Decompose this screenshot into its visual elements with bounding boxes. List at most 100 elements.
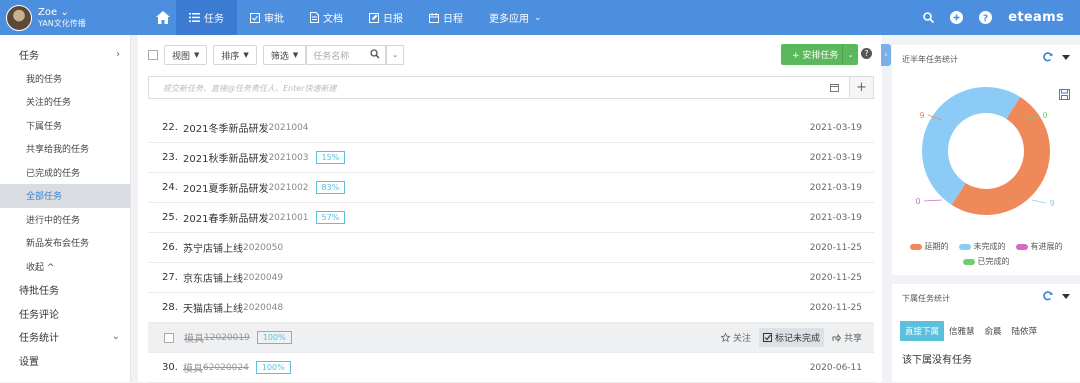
add-circle-icon[interactable] xyxy=(950,11,964,24)
help-icon[interactable]: ? xyxy=(979,11,993,24)
quick-add-input[interactable]: 提交新任务、直接@任务责任人、Enter快速新建 + xyxy=(148,76,874,99)
table-row[interactable]: 模具 12020019 100% 关注 标记未完成 共享 xyxy=(148,323,874,353)
sidebar-item[interactable]: 全部任务 xyxy=(0,184,130,208)
nav-tab-tasks[interactable]: 任务 xyxy=(176,0,237,35)
approval-icon xyxy=(250,12,260,23)
leader-line xyxy=(923,199,943,202)
sidebar-item[interactable]: 收起 ^ xyxy=(0,255,130,279)
subordinate-tab[interactable]: 陆依萍 xyxy=(1007,321,1043,341)
nav-tab-approval[interactable]: 审批 xyxy=(237,0,297,35)
chevron-down-icon[interactable]: ⌄ xyxy=(842,44,858,65)
sidebar-item[interactable]: 关注的任务 xyxy=(0,90,130,114)
nav-tab-more-apps[interactable]: 更多应用 ⌄ xyxy=(476,0,555,35)
search-icon[interactable] xyxy=(370,49,380,59)
table-row[interactable]: 24. 2021夏季新品研发 2021002 83% 2021-03-19 xyxy=(148,173,874,203)
table-row[interactable]: 28. 天猫店铺上线 2020048 2020-11-25 xyxy=(148,293,874,323)
task-title[interactable]: 2021春季新品研发 xyxy=(183,210,268,225)
slice-value-label: 9 xyxy=(1049,199,1054,208)
task-title[interactable]: 苏宁店铺上线 xyxy=(183,240,243,255)
leader-line xyxy=(1031,199,1047,204)
search-options-dropdown[interactable]: ⌄ xyxy=(386,45,405,65)
search-icon[interactable] xyxy=(923,12,935,23)
subordinate-tab[interactable]: 直接下属 xyxy=(900,321,945,341)
subordinate-tabs: 直接下属 信雅慧 俞晨 陆依萍 xyxy=(900,321,1042,341)
task-code: 62020024 xyxy=(203,362,249,373)
task-title[interactable]: 模具 xyxy=(183,360,203,375)
sidebar-item[interactable]: 下属任务 xyxy=(0,114,130,138)
legend-label: 有进展的 xyxy=(1030,242,1063,251)
legend-item[interactable]: 已完成的 xyxy=(962,256,1010,267)
user-menu[interactable]: Zoe ⌄ YAN文化传播 xyxy=(0,0,150,35)
checkbox-icon xyxy=(762,333,772,342)
subordinate-tab[interactable]: 信雅慧 xyxy=(944,321,980,341)
quick-add-plus-button[interactable]: + xyxy=(849,77,873,98)
task-title[interactable]: 2021秋季新品研发 xyxy=(183,150,268,165)
task-date: 2021-03-19 xyxy=(809,152,862,163)
sort-dropdown[interactable]: 排序 ▼ xyxy=(213,45,257,65)
task-search-input[interactable]: 任务名称 xyxy=(306,45,387,65)
main-nav: 任务 审批 文档 日报 日程 更多应用 ⌄ xyxy=(150,0,555,35)
home-icon[interactable] xyxy=(150,0,176,35)
nav-tab-calendar[interactable]: 日程 xyxy=(416,0,476,35)
caret-down-icon[interactable] xyxy=(1062,291,1070,301)
sidebar-item-label: 关注的任务 xyxy=(26,98,72,109)
table-row[interactable]: 26. 苏宁店铺上线 2020050 2020-11-25 xyxy=(148,233,874,263)
share-icon xyxy=(832,333,841,342)
nav-tab-daily[interactable]: 日报 xyxy=(356,0,416,35)
task-code: 2021004 xyxy=(268,122,309,133)
legend-label: 延期的 xyxy=(924,242,949,251)
filter-dropdown[interactable]: 筛选 ▼ xyxy=(262,45,307,65)
collapse-panel-toggle[interactable]: › xyxy=(881,44,891,66)
sidebar-item[interactable]: 任务评论 xyxy=(0,302,130,326)
add-task-button[interactable]: + 安排任务 ⌄ xyxy=(781,44,858,65)
task-title[interactable]: 京东店铺上线 xyxy=(183,270,243,285)
sidebar-item-label: 共享给我的任务 xyxy=(26,145,90,156)
select-all-checkbox[interactable] xyxy=(148,50,158,60)
row-checkbox[interactable] xyxy=(164,332,174,343)
refresh-icon[interactable] xyxy=(1043,291,1053,301)
mark-incomplete-button[interactable]: 标记未完成 xyxy=(758,328,824,347)
sort-label: 排序 xyxy=(221,51,240,62)
help-icon[interactable]: ? xyxy=(861,48,872,59)
table-row[interactable]: 22. 2021冬季新品研发 2021004 2021-03-19 xyxy=(148,113,874,143)
nav-tab-docs[interactable]: 文档 xyxy=(297,0,356,35)
row-number: 28. xyxy=(162,302,178,313)
task-title[interactable]: 模具 xyxy=(184,330,204,345)
task-code: 2020048 xyxy=(243,302,284,313)
brand-logo[interactable]: eteams xyxy=(1008,10,1064,25)
sidebar-item[interactable]: 我的任务 xyxy=(0,67,130,91)
legend-item[interactable]: 有进展的 xyxy=(1015,241,1063,252)
sidebar-item[interactable]: 新品发布会任务 xyxy=(0,231,130,255)
table-row[interactable]: 30. 模具 62020024 100% 2020-06-11 xyxy=(148,353,874,383)
legend-item[interactable]: 延期的 xyxy=(909,241,949,252)
slice-value-label: 0 xyxy=(915,197,920,206)
sidebar-item[interactable]: 共享给我的任务 xyxy=(0,137,130,161)
chevron-icon[interactable]: › xyxy=(116,49,120,60)
chevron-icon[interactable]: ⌄ xyxy=(112,331,120,342)
sidebar-item[interactable]: 待批任务 xyxy=(0,278,130,302)
sidebar-item[interactable]: 任务 › xyxy=(0,43,130,67)
top-nav-bar: Zoe ⌄ YAN文化传播 任务 审批 文档 日报 日程 更多应用 ⌄ ? et… xyxy=(0,0,1080,35)
share-button[interactable]: 共享 xyxy=(828,328,866,347)
table-row[interactable]: 25. 2021春季新品研发 2021001 57% 2021-03-19 xyxy=(148,203,874,233)
row-number: 26. xyxy=(162,242,178,253)
task-date: 2020-11-25 xyxy=(809,242,862,253)
sidebar-item[interactable]: 进行中的任务 xyxy=(0,208,130,232)
row-actions: 关注 标记未完成 共享 xyxy=(717,328,866,347)
legend-item[interactable]: 未完成的 xyxy=(958,241,1006,252)
task-title[interactable]: 2021冬季新品研发 xyxy=(183,120,268,135)
task-date: 2021-03-19 xyxy=(809,212,862,223)
task-title[interactable]: 2021夏季新品研发 xyxy=(183,180,268,195)
sidebar-item[interactable]: 任务统计 ⌄ xyxy=(0,325,130,349)
sidebar-item[interactable]: 设置 xyxy=(0,349,130,373)
avatar[interactable] xyxy=(6,4,32,31)
sidebar-item[interactable]: 已完成的任务 xyxy=(0,161,130,185)
follow-button[interactable]: 关注 xyxy=(717,328,755,347)
task-title[interactable]: 天猫店铺上线 xyxy=(183,300,243,315)
subordinate-tab[interactable]: 俞晨 xyxy=(980,321,1007,341)
table-row[interactable]: 23. 2021秋季新品研发 2021003 15% 2021-03-19 xyxy=(148,143,874,173)
table-row[interactable]: 27. 京东店铺上线 2020049 2020-11-25 xyxy=(148,263,874,293)
calendar-icon[interactable] xyxy=(830,83,839,92)
row-number: 27. xyxy=(162,272,178,283)
view-dropdown[interactable]: 视图 ▼ xyxy=(164,45,208,65)
